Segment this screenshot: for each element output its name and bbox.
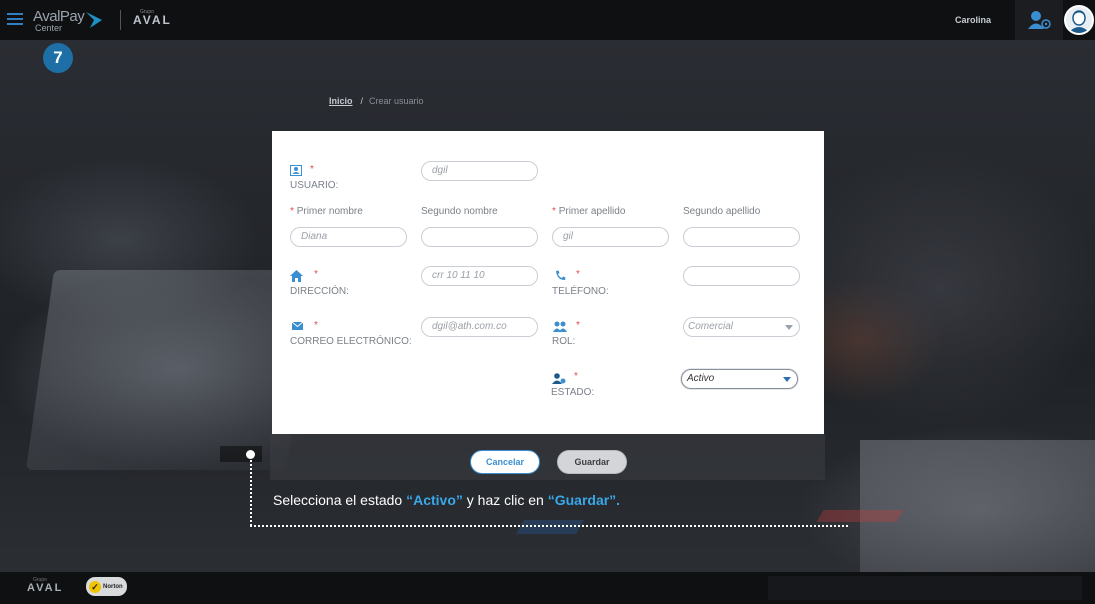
norton-label: Norton	[103, 583, 123, 590]
email-icon	[292, 322, 303, 330]
chevron-down-icon	[783, 377, 791, 382]
top-header: AvalPay Center Grupo AVAL Carolina	[0, 0, 1095, 40]
form-actions-bar: Cancelar Guardar	[270, 434, 825, 480]
username-label[interactable]: Carolina	[955, 15, 991, 25]
footer: Grupo AVAL ✓ Norton	[0, 572, 1095, 604]
callout-dot	[246, 450, 255, 459]
primer-apellido-input[interactable]: gil	[552, 227, 669, 247]
direccion-input[interactable]: crr 10 11 10	[421, 266, 538, 286]
segundo-nombre-input[interactable]	[421, 227, 538, 247]
footer-aval-logo: AVAL	[27, 582, 64, 594]
user-card-icon	[290, 165, 302, 176]
rol-label: ROL:	[552, 336, 576, 347]
user-settings-icon	[1028, 11, 1051, 29]
callout-connector-horizontal	[250, 525, 848, 527]
norton-secured-badge[interactable]: ✓ Norton	[86, 577, 127, 596]
correo-input[interactable]: dgil@ath.com.co	[421, 317, 538, 337]
users-group-icon	[553, 321, 567, 332]
usuario-input[interactable]: dgil	[421, 161, 538, 181]
background-chart-mark	[816, 510, 904, 522]
required-mark: *	[314, 269, 318, 280]
save-button[interactable]: Guardar	[557, 450, 627, 474]
cancel-button[interactable]: Cancelar	[470, 450, 540, 474]
instruction-text: Selecciona el estado “Activo” y haz clic…	[273, 492, 621, 508]
usuario-label: USUARIO:	[290, 180, 339, 191]
avalpay-logo-subtext: Center	[35, 23, 63, 33]
chevron-down-icon	[785, 325, 793, 330]
background-chart-mark	[515, 520, 585, 534]
segundo-nombre-label: Segundo nombre	[421, 206, 498, 217]
breadcrumb: Inicio / Crear usuario	[329, 96, 424, 106]
primer-apellido-label: * Primer apellido	[552, 206, 626, 217]
footer-right-panel	[768, 576, 1082, 600]
header-divider	[120, 10, 121, 30]
estado-select-value: Activo	[687, 373, 715, 384]
callout-connector-vertical	[250, 460, 252, 526]
primer-nombre-label: * Primer nombre	[290, 206, 363, 217]
breadcrumb-separator: /	[360, 96, 364, 106]
primer-nombre-input[interactable]: Diana	[290, 227, 407, 247]
avalpay-arrow-icon	[86, 12, 102, 28]
segundo-apellido-input[interactable]	[683, 227, 800, 247]
phone-icon	[556, 270, 566, 280]
required-mark: *	[574, 371, 578, 382]
step-number-badge: 7	[43, 43, 73, 73]
estado-label: ESTADO:	[551, 387, 595, 398]
home-icon	[290, 270, 303, 282]
hamburger-menu-icon[interactable]	[7, 13, 23, 26]
rol-select-value: Comercial	[688, 321, 734, 332]
instruction-highlight-guardar: “Guardar”.	[547, 492, 621, 508]
callout-marker-background	[220, 446, 262, 462]
required-mark: *	[310, 164, 314, 175]
estado-select[interactable]: Activo	[681, 369, 798, 389]
grupo-aval-logo: AVAL	[133, 13, 172, 27]
breadcrumb-current: Crear usuario	[369, 96, 424, 106]
segundo-apellido-label: Segundo apellido	[683, 206, 761, 217]
direccion-label: DIRECCIÓN:	[290, 286, 349, 297]
required-mark: *	[576, 320, 580, 331]
breadcrumb-home-link[interactable]: Inicio	[329, 96, 353, 106]
telefono-label: TELÉFONO:	[552, 286, 609, 297]
required-mark: *	[314, 320, 318, 331]
instruction-highlight-activo: “Activo”	[406, 492, 463, 508]
rol-select[interactable]: Comercial	[683, 317, 800, 337]
telefono-input[interactable]	[683, 266, 800, 286]
correo-label: CORREO ELECTRÓNICO:	[290, 336, 412, 347]
create-user-form: * USUARIO: dgil * Primer nombre Segundo …	[272, 131, 824, 434]
checkmark-icon: ✓	[89, 580, 101, 593]
required-mark: *	[576, 269, 580, 280]
user-status-icon	[552, 373, 566, 384]
user-avatar[interactable]	[1064, 5, 1094, 35]
user-settings-button[interactable]	[1015, 0, 1063, 40]
avatar-person-icon	[1068, 10, 1090, 33]
